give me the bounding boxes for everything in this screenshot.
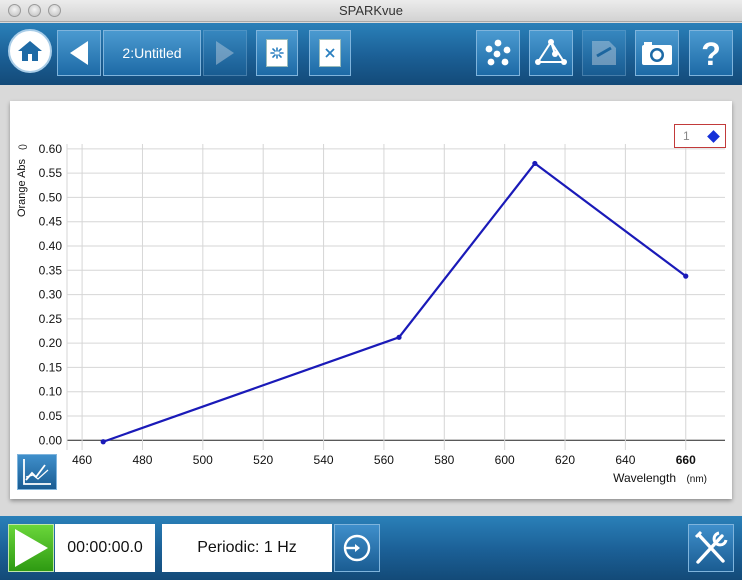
y-tick-label: 0.35 <box>39 263 63 277</box>
new-page-icon <box>266 39 288 67</box>
home-icon <box>18 41 42 61</box>
timer-icon <box>343 534 371 562</box>
y-tick-label: 0.15 <box>39 360 63 374</box>
x-axis-unit: (nm) <box>686 474 707 485</box>
start-recording-button[interactable] <box>8 524 54 572</box>
arrow-right-icon <box>216 41 234 65</box>
y-tick-label: 0.30 <box>39 288 63 302</box>
legend-diamond-icon <box>707 130 720 143</box>
graph-tools-button[interactable] <box>17 454 57 490</box>
connect-points-button[interactable] <box>529 30 573 76</box>
x-tick-label: 640 <box>615 453 635 467</box>
window-title: SPARKvue <box>338 3 404 18</box>
run-legend[interactable]: 1 <box>674 124 726 148</box>
legend-run-label: 1 <box>683 129 690 143</box>
y-axis-unit: () <box>17 144 27 150</box>
tools-button[interactable] <box>688 524 734 572</box>
y-tick-label: 0.50 <box>39 190 63 204</box>
arrow-left-icon <box>70 41 88 65</box>
previous-page-button[interactable] <box>57 30 101 76</box>
y-tick-label: 0.55 <box>39 166 63 180</box>
y-axis-ticks: 0.00 0.05 0.10 0.15 0.20 0.25 0.30 0.35 0.40 0.45… <box>39 142 63 447</box>
camera-icon <box>642 42 672 65</box>
y-tick-label: 0.05 <box>39 409 63 423</box>
x-tick-label: 580 <box>434 453 454 467</box>
data-point <box>532 160 538 167</box>
question-mark-icon: ? <box>701 37 721 69</box>
annotation-button[interactable] <box>582 30 626 76</box>
graph-panel: 0.00 0.05 0.10 0.15 0.20 0.25 0.30 0.35 0.40 0.45… <box>10 101 732 499</box>
data-point <box>683 273 689 279</box>
data-point <box>100 439 106 445</box>
y-tick-label: 0.40 <box>39 239 63 253</box>
data-point <box>396 334 402 340</box>
bottom-toolbar: 00:00:00.0 Periodic: 1 Hz <box>0 516 742 580</box>
play-icon <box>15 529 48 567</box>
x-tick-label: 480 <box>132 453 152 467</box>
sampling-options-button[interactable] <box>334 524 380 572</box>
y-tick-label: 0.10 <box>39 385 63 399</box>
y-axis-label: Orange Abs <box>16 158 28 217</box>
y-tick-label: 0.00 <box>39 433 63 447</box>
y-tick-label: 0.60 <box>39 142 63 156</box>
annotation-icon <box>592 41 616 65</box>
graph-grid <box>66 144 725 450</box>
top-toolbar: 2:Untitled ? <box>0 23 742 85</box>
x-tick-label: 500 <box>193 453 213 467</box>
absorbance-graph[interactable]: 0.00 0.05 0.10 0.15 0.20 0.25 0.30 0.35 0.40 0.45… <box>10 101 732 499</box>
data-series <box>100 160 689 445</box>
x-tick-label: 540 <box>314 453 334 467</box>
x-tick-label: 600 <box>495 453 515 467</box>
line-chart-icon <box>23 459 51 485</box>
document-title[interactable]: 2:Untitled <box>103 30 201 76</box>
window-titlebar: SPARKvue <box>0 0 742 22</box>
x-tick-label: 560 <box>374 453 394 467</box>
next-page-button[interactable] <box>203 30 247 76</box>
delete-page-button[interactable] <box>309 30 351 76</box>
tools-icon <box>694 530 728 564</box>
snapshot-button[interactable] <box>635 30 679 76</box>
x-axis-ticks: 460 480 500 520 540 560 580 600 620 640 660 <box>72 453 696 467</box>
series-line <box>102 162 687 443</box>
x-tick-label: 620 <box>555 453 575 467</box>
x-tick-label: 460 <box>72 453 92 467</box>
sample-rate-selector[interactable]: Periodic: 1 Hz <box>162 524 332 572</box>
new-page-button[interactable] <box>256 30 298 76</box>
elapsed-time-display: 00:00:00.0 <box>55 524 155 572</box>
data-points-icon <box>485 39 511 66</box>
x-tick-label: 520 <box>253 453 273 467</box>
help-button[interactable]: ? <box>689 30 733 76</box>
show-data-points-button[interactable] <box>476 30 520 76</box>
delete-page-icon <box>319 39 341 67</box>
connected-points-icon <box>535 39 567 65</box>
y-tick-label: 0.45 <box>39 215 63 229</box>
x-axis-label: Wavelength <box>613 471 676 485</box>
y-tick-label: 0.25 <box>39 312 63 326</box>
x-tick-label: 660 <box>676 453 696 467</box>
y-tick-label: 0.20 <box>39 336 63 350</box>
home-button[interactable] <box>8 29 52 73</box>
svg-text:?: ? <box>701 37 721 69</box>
